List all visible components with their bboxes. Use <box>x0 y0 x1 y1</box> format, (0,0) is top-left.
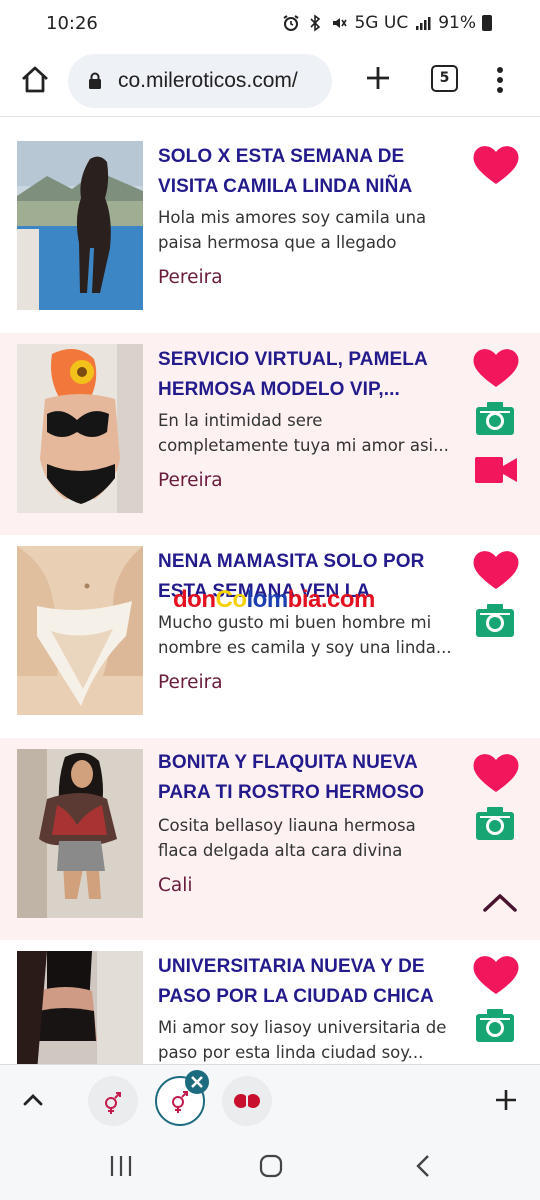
listing-card[interactable]: NENA MAMASITA SOLO POR ESTA SEMANA VEN L… <box>0 535 540 737</box>
listing-card[interactable]: UNIVERSITARIA NUEVA Y DE PASO POR LA CIU… <box>0 940 540 1064</box>
listing-description: En la intimidad sere completamente tuya … <box>158 411 449 455</box>
camera-icon[interactable] <box>472 1006 520 1046</box>
bluetooth-icon <box>310 14 321 32</box>
recent-apps-icon[interactable] <box>108 1154 134 1178</box>
listing-city: Cali <box>158 875 193 896</box>
signal-icon <box>416 17 431 30</box>
close-icon <box>191 1076 203 1088</box>
listing-description: Mi amor soy liasoy universitaria de paso… <box>158 1018 447 1062</box>
tab-group-strip <box>0 1064 540 1134</box>
heart-icon[interactable] <box>472 144 520 186</box>
listing-icons <box>472 347 520 489</box>
url-text[interactable]: co.mileroticos.com/ <box>118 69 324 93</box>
camera-icon[interactable] <box>472 804 520 844</box>
lock-icon <box>89 72 101 89</box>
listing-city: Pereira <box>158 267 223 288</box>
battery-percent: 91% <box>438 13 476 33</box>
listing-card[interactable]: SERVICIO VIRTUAL, PAMELA HERMOSA MODELO … <box>0 333 540 535</box>
heart-icon[interactable] <box>472 347 520 389</box>
tab-switcher-button[interactable]: 5 <box>431 65 458 92</box>
add-tab-icon[interactable] <box>494 1088 518 1112</box>
scroll-top-chevron-icon[interactable] <box>481 888 519 916</box>
heart-icon[interactable] <box>472 752 520 794</box>
network-label: 5G UC <box>354 13 409 33</box>
listing-card[interactable]: SOLO X ESTA SEMANA DE VISITA CAMILA LIND… <box>0 118 540 320</box>
new-tab-icon[interactable] <box>362 62 394 94</box>
address-bar[interactable]: co.mileroticos.com/ <box>68 54 332 108</box>
heart-icon[interactable] <box>472 954 520 996</box>
home-nav-icon[interactable] <box>258 1153 284 1179</box>
listing-title[interactable]: UNIVERSITARIA NUEVA Y DE PASO POR LA CIU… <box>158 952 458 1012</box>
listing-city: Pereira <box>158 672 223 693</box>
listing-icons <box>472 144 520 190</box>
more-menu-icon[interactable] <box>490 64 510 96</box>
chevron-up-icon[interactable] <box>20 1089 46 1111</box>
alarm-icon <box>283 15 300 31</box>
listing-title[interactable]: SERVICIO VIRTUAL, PAMELA HERMOSA MODELO … <box>158 345 458 405</box>
listing-photo[interactable] <box>17 546 143 715</box>
listing-photo[interactable] <box>17 141 143 310</box>
video-icon[interactable] <box>472 451 520 489</box>
listing-icons <box>472 549 520 641</box>
listing-title[interactable]: BONITA Y FLAQUITA NUEVA PARA TI ROSTRO H… <box>158 748 458 808</box>
listing-title[interactable]: SOLO X ESTA SEMANA DE VISITA CAMILA LIND… <box>158 142 458 202</box>
listing-card[interactable]: BONITA Y FLAQUITA NUEVA PARA TI ROSTRO H… <box>0 738 540 940</box>
site-logo-icon <box>234 1094 260 1108</box>
camera-icon[interactable] <box>472 601 520 641</box>
home-icon[interactable] <box>18 63 52 97</box>
listing-icons <box>472 954 520 1046</box>
listing-description: Mucho gusto mi buen hombre mi nombre es … <box>158 613 452 657</box>
system-navigation-bar <box>0 1134 540 1200</box>
listing-description: Cosita bellasoy liauna hermosa flaca del… <box>158 816 416 860</box>
mute-icon <box>333 18 348 28</box>
listing-photo[interactable] <box>17 749 143 918</box>
heart-icon[interactable] <box>472 549 520 591</box>
watermark-logo: donColombia.com <box>173 586 375 613</box>
close-tab-button[interactable] <box>185 1070 209 1094</box>
listing-photo[interactable] <box>17 344 143 513</box>
status-time: 10:26 <box>46 13 98 34</box>
battery-icon <box>482 15 492 31</box>
status-icons: 5G UC 91% <box>282 13 492 33</box>
tab-thumbnail[interactable] <box>222 1076 272 1126</box>
status-bar: 10:26 5G UC 91% <box>0 0 540 50</box>
listing-description: Hola mis amores soy camila una paisa her… <box>158 208 427 252</box>
browser-toolbar: co.mileroticos.com/ 5 <box>0 50 540 117</box>
back-icon[interactable] <box>412 1153 434 1179</box>
listing-city: Pereira <box>158 470 223 491</box>
camera-icon[interactable] <box>472 399 520 439</box>
listing-photo[interactable] <box>17 951 143 1064</box>
listing-icons <box>472 752 520 844</box>
tab-thumbnail[interactable] <box>88 1076 138 1126</box>
gender-symbol-icon <box>105 1092 121 1114</box>
